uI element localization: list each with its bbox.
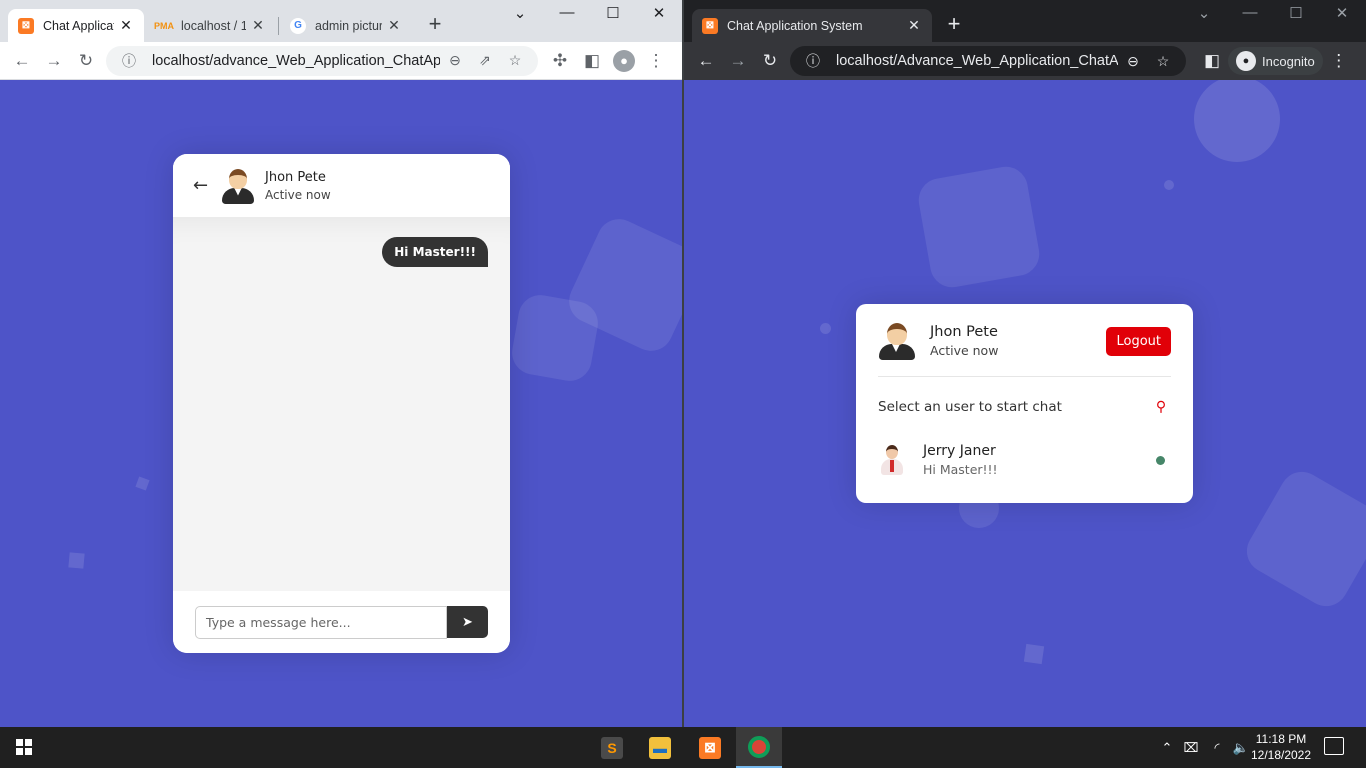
incognito-badge[interactable]: ● Incognito: [1228, 47, 1323, 75]
current-user-name: Jhon Pete: [930, 324, 998, 340]
users-page: Jhon Pete Active now Logout Select an us…: [684, 80, 1366, 727]
user-last-message: Hi Master!!!: [923, 462, 998, 477]
wifi-icon[interactable]: ◜: [1204, 740, 1230, 756]
sublime-text-icon[interactable]: S: [589, 727, 635, 768]
profile-icon: ●: [613, 49, 635, 72]
search-label: Select an user to start chat: [878, 399, 1062, 415]
chevron-up-icon[interactable]: ⌃: [1156, 740, 1178, 756]
forward-icon[interactable]: →: [38, 45, 70, 77]
send-button[interactable]: ➤: [447, 606, 488, 638]
chat-messages: Hi Master!!!: [173, 217, 510, 591]
forward-icon[interactable]: →: [722, 45, 754, 77]
tab-chat-application[interactable]: ⊠ Chat Applicati ✕: [8, 9, 144, 42]
tab-google-search[interactable]: G admin picture ✕: [280, 9, 412, 42]
address-bar[interactable]: ⓘ localhost/Advance_Web_Application_Chat…: [790, 46, 1186, 76]
current-user-status: Active now: [930, 343, 999, 358]
online-status-dot: [1156, 455, 1165, 465]
tab-phpmyadmin[interactable]: PMA localhost / 12 ✕: [146, 9, 276, 42]
close-window-button[interactable]: ✕: [1327, 4, 1357, 22]
chat-user-name: Jhon Pete: [265, 169, 326, 185]
close-window-button[interactable]: ✕: [644, 4, 674, 22]
browser-toolbar: ← → ↻ ⓘ localhost/advance_Web_Applicatio…: [0, 42, 682, 80]
chat-page: ← Jhon Pete Active now Hi Master!!! Type…: [0, 80, 682, 727]
maximize-button[interactable]: ☐: [598, 4, 628, 22]
chrome-icon[interactable]: [736, 727, 782, 768]
menu-icon[interactable]: ⋮: [1323, 45, 1355, 77]
browser-toolbar: ← → ↻ ⓘ localhost/Advance_Web_Applicatio…: [684, 42, 1366, 80]
extensions-icon[interactable]: ✣: [544, 45, 576, 77]
minimize-button[interactable]: —: [1235, 4, 1265, 21]
outgoing-message: Hi Master!!!: [382, 237, 488, 267]
maximize-button[interactable]: ☐: [1281, 4, 1311, 22]
menu-icon[interactable]: ⋮: [640, 45, 672, 77]
back-arrow-icon[interactable]: ←: [193, 175, 209, 196]
avatar: [878, 322, 915, 360]
file-explorer-icon[interactable]: ▬: [637, 727, 683, 768]
reload-icon[interactable]: ↻: [70, 45, 102, 77]
search-icon[interactable]: ⚲: [1151, 399, 1171, 415]
xampp-icon: ⊠: [702, 17, 718, 34]
back-icon[interactable]: ←: [6, 45, 38, 77]
system-tray: ⌃ ⌧ ◜ 🔈: [1156, 727, 1252, 768]
taskbar: S ▬ ⊠ ⌃ ⌧ ◜ 🔈 11:18 PM 12/18/2022: [0, 727, 1366, 768]
bookmark-star-icon[interactable]: ☆: [1148, 53, 1178, 70]
clock[interactable]: 11:18 PM 12/18/2022: [1246, 731, 1316, 763]
new-tab-button[interactable]: +: [422, 13, 448, 35]
message-input[interactable]: Type a message here...: [195, 605, 447, 639]
profile-button[interactable]: ●: [608, 45, 640, 77]
zoom-icon[interactable]: ⊖: [440, 52, 470, 69]
browser-window-left: ⊠ Chat Applicati ✕ PMA localhost / 12 ✕ …: [0, 0, 682, 727]
tab-search-icon[interactable]: ⌄: [1189, 4, 1219, 22]
xampp-icon[interactable]: ⊠: [687, 727, 733, 768]
phpmyadmin-icon: PMA: [154, 20, 174, 31]
close-tab-icon[interactable]: ✕: [118, 17, 134, 34]
typing-area: Type a message here... ➤: [173, 591, 510, 653]
start-button[interactable]: [16, 739, 32, 755]
avatar: [221, 168, 254, 204]
tab-chat-application-system[interactable]: ⊠ Chat Application System ✕: [692, 9, 932, 42]
user-name: Jerry Janer: [923, 443, 996, 459]
tab-strip: ⊠ Chat Applicati ✕ PMA localhost / 12 ✕ …: [0, 0, 682, 42]
avatar: [878, 443, 906, 477]
browser-window-right: ⊠ Chat Application System ✕ + ⌄ — ☐ ✕ ← …: [684, 0, 1366, 727]
tab-search-icon[interactable]: ⌄: [505, 4, 535, 22]
side-panel-icon[interactable]: ◧: [576, 45, 608, 77]
network-icon[interactable]: ⌧: [1178, 740, 1204, 756]
bookmark-star-icon[interactable]: ☆: [500, 52, 530, 69]
close-tab-icon[interactable]: ✕: [906, 17, 922, 34]
site-info-icon[interactable]: ⓘ: [114, 51, 144, 71]
users-panel: Jhon Pete Active now Logout Select an us…: [856, 304, 1193, 503]
users-header: Jhon Pete Active now Logout: [878, 304, 1171, 377]
notification-icon[interactable]: [1324, 737, 1344, 755]
back-icon[interactable]: ←: [690, 45, 722, 77]
send-icon: ➤: [462, 614, 473, 630]
chat-header: ← Jhon Pete Active now: [173, 154, 510, 217]
zoom-icon[interactable]: ⊖: [1118, 53, 1148, 70]
close-tab-icon[interactable]: ✕: [250, 17, 266, 34]
minimize-button[interactable]: —: [552, 4, 582, 21]
chat-window: ← Jhon Pete Active now Hi Master!!! Type…: [173, 154, 510, 653]
logout-button[interactable]: Logout: [1106, 326, 1171, 356]
tab-strip: ⊠ Chat Application System ✕ + ⌄ — ☐ ✕: [684, 0, 1366, 42]
xampp-icon: ⊠: [18, 17, 34, 34]
search-bar: Select an user to start chat ⚲: [878, 377, 1171, 437]
share-icon[interactable]: ⇗: [470, 52, 500, 69]
reload-icon[interactable]: ↻: [754, 45, 786, 77]
incognito-icon: ●: [1236, 51, 1256, 71]
user-list-item[interactable]: Jerry Janer Hi Master!!!: [878, 437, 1171, 483]
address-bar[interactable]: ⓘ localhost/advance_Web_Application_Chat…: [106, 45, 538, 76]
site-info-icon[interactable]: ⓘ: [798, 51, 828, 71]
close-tab-icon[interactable]: ✕: [386, 17, 402, 34]
side-panel-icon[interactable]: ◧: [1196, 45, 1228, 77]
google-icon: G: [290, 17, 306, 34]
new-tab-button[interactable]: +: [941, 13, 967, 35]
chat-user-status: Active now: [265, 187, 331, 202]
